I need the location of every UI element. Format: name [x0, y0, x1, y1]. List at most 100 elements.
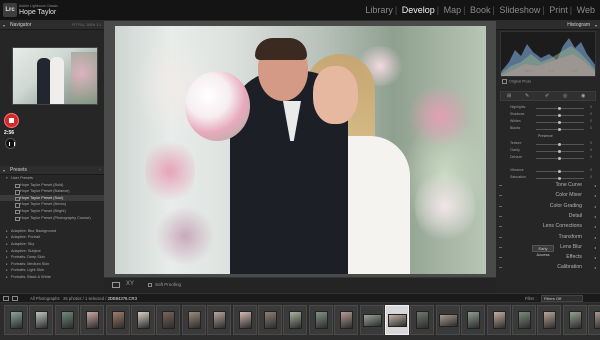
preset-item[interactable]: Hope Taylor Preset (Bold) [0, 182, 104, 189]
filmstrip-thumbnail[interactable] [537, 305, 562, 335]
section-header[interactable]: Color Mixer [496, 191, 600, 200]
slider-value[interactable]: 0 [590, 112, 592, 116]
presets-header[interactable]: ▾ Presets + [0, 166, 104, 175]
slider-value[interactable]: 0 [590, 155, 592, 159]
collapse-triangle-icon: ▾ [594, 23, 597, 28]
filmstrip-thumbnail[interactable] [4, 305, 28, 335]
filter-select[interactable]: Filters Off [541, 295, 583, 302]
grid-view-icon[interactable] [12, 296, 18, 301]
filmstrip-thumbnail[interactable] [29, 305, 54, 335]
slider-knob[interactable] [558, 142, 561, 146]
filmstrip-thumbnail[interactable] [207, 305, 232, 335]
section-header[interactable]: Tone Curve [496, 181, 600, 190]
module-book[interactable]: Book [469, 5, 492, 15]
slider-value[interactable]: 0 [590, 126, 592, 130]
section-header[interactable]: Lens Corrections [496, 222, 600, 231]
preset-folder[interactable]: Portraits: Medium Skin [0, 261, 104, 268]
source-label[interactable]: All Photographs [30, 296, 60, 301]
preset-folder[interactable]: Portraits: Deep Skin [0, 254, 104, 261]
section-header[interactable]: Calibration [496, 263, 600, 272]
pause-button[interactable] [5, 138, 16, 149]
filmstrip-thumbnail[interactable] [562, 305, 587, 335]
presets-icon[interactable]: ◉ [581, 93, 585, 99]
module-print[interactable]: Print [548, 5, 569, 15]
slider-value[interactable]: 0 [590, 168, 592, 172]
preset-folder[interactable]: User Presets [0, 175, 104, 182]
slider-knob[interactable] [558, 113, 561, 117]
slider-label: Texture [510, 141, 522, 145]
module-slideshow[interactable]: Slideshow [498, 5, 541, 15]
thumbnail-image [388, 314, 407, 327]
before-after-icon[interactable]: XY [126, 281, 134, 287]
navigator-header[interactable]: ▾ Navigator FIT FILL 100% 1:1 [0, 21, 104, 30]
filmstrip-thumbnail[interactable] [461, 305, 486, 335]
preset-item[interactable]: Hope Taylor Preset (Bricks) [0, 201, 104, 208]
original-photo-checkbox[interactable]: Original Photo [502, 79, 531, 84]
preset-folder[interactable]: Portraits: Light Skin [0, 267, 104, 274]
navigator-preview[interactable] [12, 47, 98, 105]
section-header[interactable]: Detail [496, 212, 600, 221]
heal-icon[interactable]: ✎ [525, 93, 529, 99]
preset-folder[interactable]: Adaptive: Blur Background [0, 228, 104, 235]
slider-row: Dehaze 0 [502, 155, 594, 162]
filmstrip-thumbnail[interactable] [359, 305, 384, 335]
image-canvas[interactable] [104, 21, 496, 277]
slider-knob[interactable] [558, 106, 561, 110]
slider-value[interactable]: 0 [590, 105, 592, 109]
slider-knob[interactable] [558, 169, 561, 173]
preset-folder[interactable]: Adaptive: Subject [0, 248, 104, 255]
module-develop[interactable]: Develop [401, 5, 436, 15]
filmstrip-thumbnail[interactable] [232, 305, 257, 335]
filmstrip-thumbnail[interactable] [308, 305, 333, 335]
preset-item[interactable]: Hope Taylor Preset (Soul) [0, 194, 104, 202]
filmstrip-thumbnail[interactable] [105, 305, 130, 335]
filmstrip-thumbnail[interactable] [588, 305, 600, 335]
preset-folder[interactable]: Adaptive: Portrait [0, 234, 104, 241]
preset-folder[interactable]: Portraits: Black & White [0, 274, 104, 281]
slider-value[interactable]: 0 [590, 141, 592, 145]
section-header[interactable]: Transform [496, 233, 600, 242]
slider-value[interactable]: 0 [590, 148, 592, 152]
slider-knob[interactable] [558, 176, 561, 180]
filmstrip-thumbnail[interactable] [410, 305, 435, 335]
crop-icon[interactable]: ⊞ [507, 93, 511, 99]
module-library[interactable]: Library [364, 5, 394, 15]
slider-knob[interactable] [558, 120, 561, 124]
filmstrip-thumbnail[interactable] [385, 305, 409, 335]
module-web[interactable]: Web [576, 5, 596, 15]
shutter-readout: 1/200 [570, 69, 578, 73]
filmstrip-thumbnail[interactable] [512, 305, 536, 335]
main-photo[interactable] [115, 26, 486, 274]
module-map[interactable]: Map [443, 5, 463, 15]
preset-item[interactable]: Hope Taylor Preset (Photography Course) [0, 215, 104, 222]
filmstrip-thumbnail[interactable] [80, 305, 105, 335]
filmstrip-thumbnail[interactable] [283, 305, 308, 335]
filmstrip-thumbnail[interactable] [156, 305, 181, 335]
histogram-header[interactable]: Histogram ▾ [496, 21, 600, 30]
redeye-icon[interactable]: ◎ [563, 93, 567, 99]
filmstrip-thumbnail[interactable] [181, 305, 206, 335]
second-window-icon[interactable] [3, 296, 9, 301]
slider-knob[interactable] [558, 156, 561, 160]
add-preset-icon[interactable]: + [99, 166, 101, 175]
soft-proofing-checkbox[interactable] [148, 283, 152, 287]
filmstrip-thumbnail[interactable] [258, 305, 282, 335]
flower-cluster [405, 86, 475, 146]
record-stop-button[interactable] [4, 113, 19, 128]
zoom-options[interactable]: FIT FILL 100% 1:1 [72, 21, 101, 30]
preset-item[interactable]: Hope Taylor Preset (Bright) [0, 208, 104, 215]
mask-icon[interactable]: ✐ [545, 93, 549, 99]
preset-folder[interactable]: Adaptive: Sky [0, 241, 104, 248]
slider-value[interactable]: 0 [590, 175, 592, 179]
slider-value[interactable]: 0 [590, 119, 592, 123]
loupe-view-icon[interactable] [112, 282, 120, 288]
slider-knob[interactable] [558, 149, 561, 153]
filmstrip-thumbnail[interactable] [131, 305, 155, 335]
filmstrip-thumbnail[interactable] [334, 305, 359, 335]
section-header[interactable]: Color Grading [496, 202, 600, 211]
filmstrip-thumbnail[interactable] [54, 305, 79, 335]
preset-item[interactable]: Hope Taylor Preset (Balance) [0, 188, 104, 195]
filmstrip-thumbnail[interactable] [486, 305, 511, 335]
slider-knob[interactable] [558, 127, 561, 131]
filmstrip-thumbnail[interactable] [435, 305, 460, 335]
